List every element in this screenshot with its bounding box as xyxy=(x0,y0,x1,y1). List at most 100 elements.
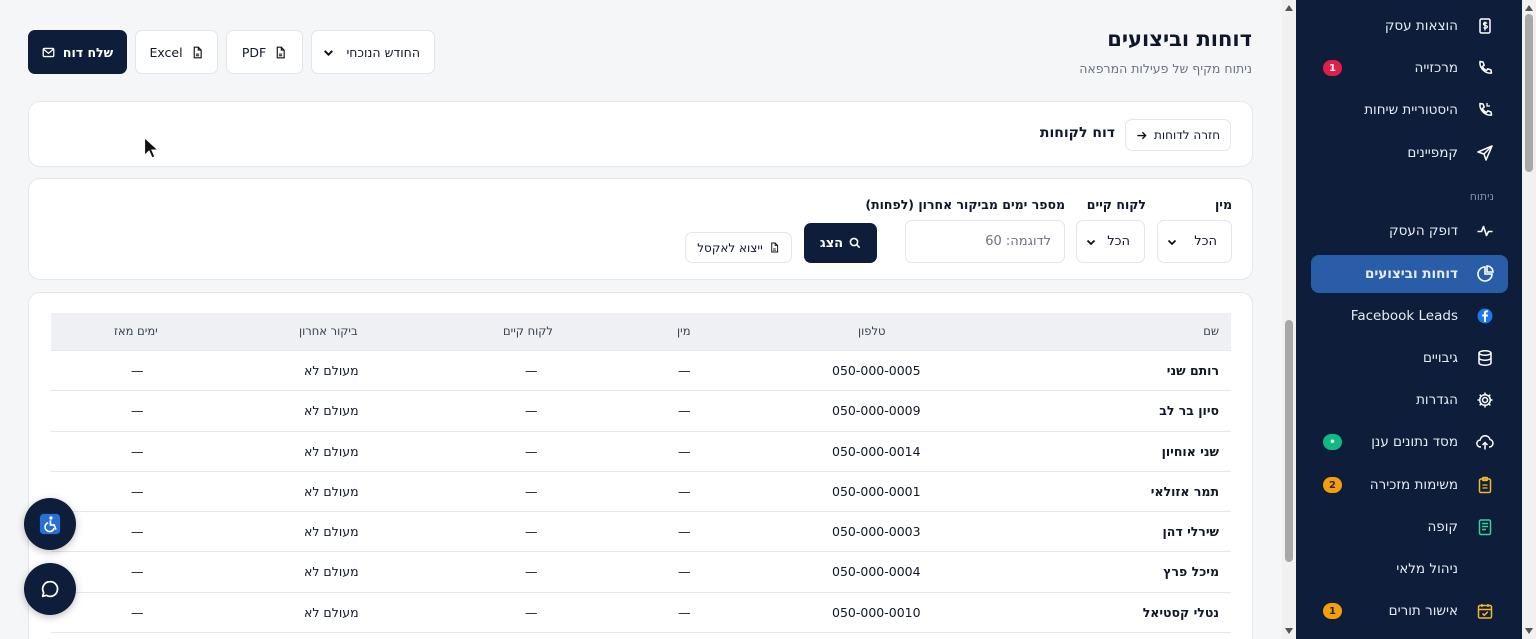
sidebar-item[interactable]: משימות מזכירה 2 xyxy=(1311,466,1508,504)
sidebar-item-label: היסטוריית שיחות xyxy=(1364,102,1458,118)
file-icon xyxy=(276,46,285,58)
cell-days-since: — xyxy=(131,483,144,499)
period-value: החודש הנוכחי xyxy=(346,44,420,60)
chevron-down-icon xyxy=(1086,239,1096,245)
export-excel-button[interactable]: Excel xyxy=(135,30,218,74)
chat-bubble-icon xyxy=(41,580,59,598)
table-row[interactable]: סיון בר לב 050-000-0009 — — מעולם לא — xyxy=(51,391,1231,432)
sidebar-item[interactable]: היסטוריית שיחות xyxy=(1311,91,1508,129)
cell-gender: — xyxy=(678,524,691,540)
sidebar-item[interactable]: קמפיינים xyxy=(1311,134,1508,172)
cell-gender: — xyxy=(678,604,691,620)
table-row[interactable]: שני אוחיון 050-000-0014 — — מעולם לא — xyxy=(51,432,1231,472)
sidebar-item-label: הוצאות עסק xyxy=(1384,18,1458,34)
customers-table-card: שם טלפון מין לקוח קיים ביקור אחרון ימים … xyxy=(28,292,1253,639)
notification-badge: 1 xyxy=(1323,60,1342,76)
sidebar-item-label: גיבויים xyxy=(1422,350,1458,366)
cell-last-visit: מעולם לא xyxy=(304,363,359,378)
sidebar-item-label: דוחות וביצועים xyxy=(1364,266,1458,282)
gender-select[interactable]: הכל xyxy=(1157,220,1232,263)
table-row[interactable]: רותם שני 050-000-0005 — — מעולם לא — xyxy=(51,351,1231,392)
sidebar-item[interactable]: ניהול מלאי xyxy=(1311,550,1508,588)
cell-gender: — xyxy=(678,403,691,419)
mouse-cursor-icon xyxy=(143,136,160,159)
existing-customer-select[interactable]: הכל xyxy=(1076,220,1145,263)
cell-existing: — xyxy=(525,604,538,620)
chat-button[interactable] xyxy=(24,563,76,615)
search-icon xyxy=(849,237,861,249)
sidebar-item[interactable]: גיבויים xyxy=(1311,339,1508,377)
sidebar-scrollbar[interactable] xyxy=(1522,0,1536,639)
notification-badge: 1 xyxy=(1323,603,1342,619)
cell-days-since: — xyxy=(131,363,144,378)
sidebar-item-label: משימות מזכירה xyxy=(1369,477,1458,493)
send-report-label: שלח דוח xyxy=(62,44,114,60)
table-row[interactable]: נטלי קסטיאל 050-000-0010 — — מעולם לא — xyxy=(51,593,1231,634)
col-existing: לקוח קיים xyxy=(503,324,553,338)
sidebar-item[interactable]: Facebook Leads xyxy=(1311,297,1508,335)
sidebar-item[interactable]: אישור תורים 1 xyxy=(1311,592,1508,630)
cell-existing: — xyxy=(525,564,538,580)
sidebar-item-label: מסד נתונים ענן xyxy=(1371,434,1458,450)
cell-name: נטלי קסטיאל xyxy=(1142,604,1219,620)
cell-gender: — xyxy=(678,483,691,499)
scroll-down-arrow[interactable] xyxy=(1285,628,1293,634)
sidebar-item[interactable]: דוחות וביצועים xyxy=(1311,255,1508,293)
show-label: הצג xyxy=(819,235,844,251)
sidebar-item[interactable]: הוצאות עסק xyxy=(1311,7,1508,45)
sidebar-item-label: דופק העסק xyxy=(1389,223,1458,239)
scroll-down-arrow[interactable] xyxy=(1525,628,1533,634)
cell-days-since: — xyxy=(131,564,144,580)
show-button[interactable]: הצג xyxy=(804,223,877,263)
table-row[interactable]: שירלי דהן 050-000-0003 — — מעולם לא — xyxy=(51,512,1231,553)
cell-phone: 050-000-0005 xyxy=(832,363,921,378)
sidebar-item[interactable]: מרכזייה 1 xyxy=(1311,49,1508,87)
register-icon xyxy=(1476,518,1494,536)
table-row[interactable]: תמר אזולאי 050-000-0001 — — מעולם לא — xyxy=(51,472,1231,513)
mail-icon xyxy=(42,47,55,57)
phone-history-icon xyxy=(1476,101,1494,119)
send-report-button[interactable]: שלח דוח xyxy=(28,30,127,74)
sidebar-item[interactable]: הגדרות xyxy=(1311,381,1508,419)
cell-phone: 050-000-0001 xyxy=(832,483,921,499)
cell-name: רותם שני xyxy=(1166,363,1219,378)
days-since-input[interactable] xyxy=(905,220,1065,263)
export-pdf-button[interactable]: PDF xyxy=(226,30,303,74)
scroll-up-arrow[interactable] xyxy=(1285,5,1293,11)
table-body: רותם שני 050-000-0005— — מעולם לא — סיון בר ל… xyxy=(51,351,1231,634)
col-days-since: ימים מאז xyxy=(114,324,158,338)
sidebar-scroll-thumb[interactable] xyxy=(1525,14,1533,172)
cell-existing: — xyxy=(525,483,538,499)
sidebar-item-label: ניהול מלאי xyxy=(1396,561,1458,577)
sidebar-item[interactable]: קופה xyxy=(1311,508,1508,546)
accessibility-button[interactable] xyxy=(24,498,76,550)
scroll-up-arrow[interactable] xyxy=(1525,5,1533,11)
col-gender: מין xyxy=(677,324,691,338)
back-to-reports-button[interactable]: חזרה לדוחות xyxy=(1125,119,1231,151)
cell-existing: — xyxy=(525,524,538,540)
cell-phone: 050-000-0003 xyxy=(832,524,921,540)
cell-days-since: — xyxy=(131,524,144,540)
main-scrollbar[interactable] xyxy=(1282,0,1296,639)
page-subtitle: ניתוח מקיף של פעילות המרפאה xyxy=(1079,61,1252,76)
period-select[interactable]: החודש הנוכחי xyxy=(311,30,435,74)
gender-filter-label: מין xyxy=(1214,197,1232,212)
cell-last-visit: מעולם לא xyxy=(304,604,359,620)
notification-badge: 2 xyxy=(1323,477,1342,493)
main-scroll-thumb[interactable] xyxy=(1285,320,1293,562)
cell-phone: 050-000-0009 xyxy=(832,403,921,419)
clipboard-icon xyxy=(1476,476,1494,494)
sidebar-item[interactable]: דופק העסק xyxy=(1311,212,1508,250)
export-excel-button[interactable]: ייצוא לאקסל xyxy=(685,232,792,263)
export-label: ייצוא לאקסל xyxy=(697,240,763,255)
table-row[interactable]: מיכל פרץ 050-000-0004 — — מעולם לא — xyxy=(51,552,1231,593)
cell-phone: 050-000-0004 xyxy=(832,564,921,580)
pdf-label: PDF xyxy=(241,44,267,60)
calendar-check-icon xyxy=(1476,602,1494,620)
sidebar-item[interactable]: מסד נתונים ענן • xyxy=(1311,423,1508,461)
existing-filter-label: לקוח קיים xyxy=(1086,197,1146,212)
sidebar-item-label: קופה xyxy=(1427,519,1458,535)
report-header-card: חזרה לדוחות דוח לקוחות xyxy=(28,101,1253,167)
phone-icon xyxy=(1476,59,1494,77)
cell-last-visit: מעולם לא xyxy=(304,524,359,540)
